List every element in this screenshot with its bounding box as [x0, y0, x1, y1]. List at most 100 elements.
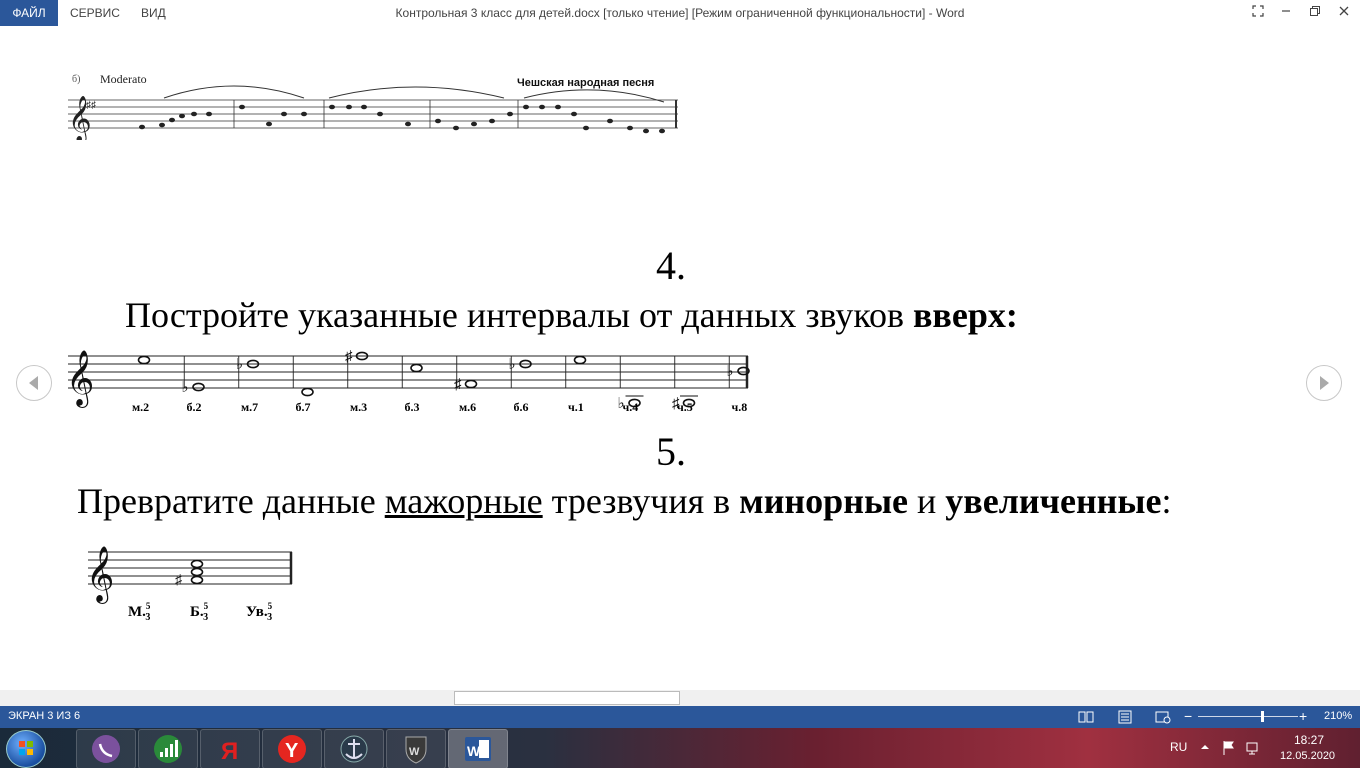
svg-text:♭: ♭ — [509, 356, 516, 373]
next-screen-button[interactable] — [1306, 365, 1342, 401]
status-bar: ЭКРАН 3 ИЗ 6 − + 210% — [0, 706, 1360, 728]
minimize-button[interactable] — [1272, 0, 1300, 26]
zoom-in-button[interactable]: + — [1299, 708, 1307, 724]
close-button[interactable] — [1330, 0, 1358, 26]
task-4-instruction: Постройте указанные интервалы от данных … — [125, 294, 1018, 336]
task-4-bold: вверх: — [912, 295, 1018, 335]
network-icon[interactable] — [1246, 740, 1262, 756]
task-5-instruction: Превратите данные мажорные трезвучия в м… — [77, 480, 1172, 522]
task-5-pre: Превратите данные — [77, 481, 385, 521]
page-indicator: ЭКРАН 3 ИЗ 6 — [8, 710, 81, 722]
zoom-slider-thumb[interactable] — [1260, 711, 1264, 722]
task-5-colon: : — [1161, 481, 1172, 521]
interval-label: ч.1 — [568, 400, 584, 414]
interval-label: м.2 — [132, 400, 150, 414]
taskbar: Я Y W W RU 18:27 12.05.2020 — [0, 728, 1360, 769]
close-icon — [1339, 6, 1349, 16]
title-bar: ФАЙЛ СЕРВИС ВИД Контрольная 3 класс для … — [0, 0, 1360, 26]
flag-icon[interactable] — [1222, 740, 1236, 756]
triangle-right-icon — [1320, 376, 1329, 390]
task-4-number: 4. — [656, 243, 686, 288]
svg-text:Y: Y — [285, 740, 299, 762]
svg-text:W: W — [409, 746, 420, 758]
chord-label: М.53 — [128, 601, 151, 623]
task-5-number: 5. — [656, 429, 686, 474]
interval-note — [464, 379, 478, 389]
windows-logo-icon — [19, 741, 33, 755]
fullscreen-button[interactable] — [1244, 0, 1272, 26]
scrollbar-thumb[interactable] — [454, 691, 680, 705]
interval-note — [301, 387, 314, 397]
taskbar-yandex[interactable]: Я — [200, 729, 260, 769]
prev-screen-button[interactable] — [16, 365, 52, 401]
interval-label: ч.4 — [622, 400, 639, 414]
tempo-mark: Moderato — [100, 72, 147, 86]
yandex-browser-icon: Y — [278, 735, 306, 763]
taskbar-network-app[interactable] — [138, 729, 198, 769]
menu-file[interactable]: ФАЙЛ — [0, 0, 58, 26]
svg-text:♯: ♯ — [345, 348, 353, 365]
clock-time[interactable]: 18:27 — [1294, 733, 1324, 747]
signal-bars-icon — [154, 735, 182, 763]
svg-text:♭: ♭ — [236, 356, 243, 373]
task-5-and: и — [908, 481, 946, 521]
svg-text:♭: ♭ — [727, 363, 734, 380]
taskbar-viber[interactable] — [76, 729, 136, 769]
chevron-up-icon[interactable] — [1200, 742, 1210, 752]
document-page: б) Moderato Чешская народная песня 𝄞 ♯♯ — [0, 26, 1360, 690]
interval-label: ч.5 — [677, 400, 693, 414]
zoom-level[interactable]: 210% — [1324, 710, 1352, 722]
interval-label: б.3 — [404, 400, 420, 414]
horizontal-scrollbar[interactable] — [0, 690, 1360, 706]
svg-text:♯: ♯ — [175, 571, 183, 587]
song-caption: Чешская народная песня — [517, 77, 654, 89]
restore-icon — [1310, 6, 1320, 16]
task-4-text: Постройте указанные интервалы от данных … — [125, 295, 913, 335]
menu-view[interactable]: ВИД — [141, 0, 166, 26]
start-button[interactable] — [6, 730, 46, 768]
viber-icon — [92, 735, 120, 763]
interval-label: м.6 — [459, 400, 477, 414]
svg-text:𝄞: 𝄞 — [86, 546, 114, 604]
music-excerpt-czech-song: б) Moderato Чешская народная песня 𝄞 ♯♯ — [68, 72, 678, 140]
svg-text:Я: Я — [221, 738, 238, 765]
taskbar-yandex-browser[interactable]: Y — [262, 729, 322, 769]
svg-text:W: W — [467, 743, 481, 759]
clock-date[interactable]: 12.05.2020 — [1280, 750, 1335, 762]
interval-note — [573, 355, 587, 365]
svg-text:♯: ♯ — [454, 376, 462, 393]
minimize-icon — [1282, 10, 1290, 12]
zoom-slider-track[interactable] — [1198, 716, 1298, 717]
svg-text:♯♯: ♯♯ — [86, 100, 96, 111]
read-mode-icon[interactable] — [1078, 710, 1094, 724]
task-5-minor: минорные — [739, 481, 909, 521]
svg-text:♭: ♭ — [182, 379, 189, 396]
yandex-icon: Я — [221, 738, 238, 765]
excerpt-number: б) — [72, 74, 80, 85]
interval-note — [137, 355, 151, 365]
web-layout-icon[interactable] — [1155, 710, 1171, 724]
interval-label: б.2 — [186, 400, 202, 414]
zoom-out-button[interactable]: − — [1184, 708, 1192, 724]
word-icon: W — [465, 737, 491, 761]
chord-label: Ув.53 — [246, 601, 273, 623]
chord-staff: 𝄞 ♯ — [86, 546, 293, 604]
shield-icon: W — [405, 736, 427, 764]
anchor-icon — [340, 735, 368, 763]
taskbar-world-of-warships[interactable] — [324, 729, 384, 769]
taskbar-world-of-tanks[interactable]: W — [386, 729, 446, 769]
print-layout-icon[interactable] — [1117, 710, 1133, 724]
menu-service[interactable]: СЕРВИС — [70, 0, 120, 26]
task-5-augmented: увеличенные — [945, 481, 1162, 521]
interval-label: б.6 — [513, 400, 529, 414]
restore-button[interactable] — [1301, 0, 1329, 26]
triangle-left-icon — [29, 376, 38, 390]
interval-note — [192, 382, 205, 392]
interval-label: б.7 — [295, 400, 311, 414]
task-5-major: мажорные — [384, 481, 543, 521]
window-title: Контрольная 3 класс для детей.docx [толь… — [395, 6, 965, 20]
taskbar-word[interactable]: W — [448, 729, 508, 769]
task-5-mid: трезвучия в — [542, 481, 740, 521]
fullscreen-icon — [1252, 5, 1264, 17]
language-indicator[interactable]: RU — [1170, 740, 1187, 754]
